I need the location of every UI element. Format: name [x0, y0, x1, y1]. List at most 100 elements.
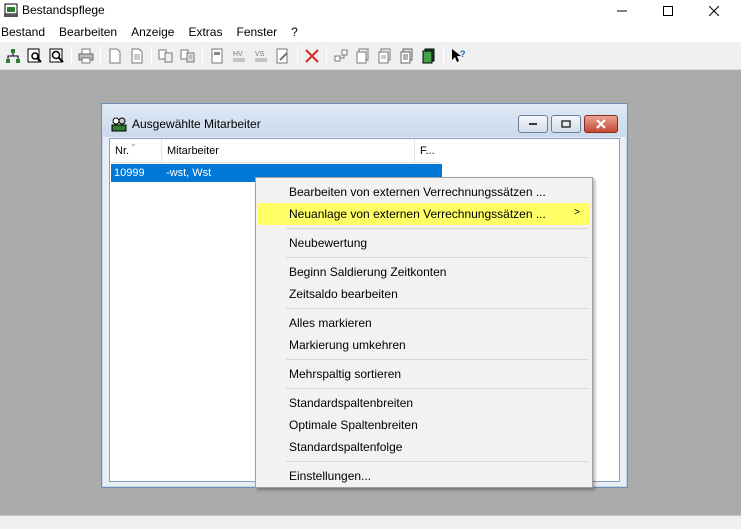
menu-fenster[interactable]: Fenster	[235, 25, 283, 39]
menu-help[interactable]: ?	[290, 25, 304, 39]
help-pointer-icon: ?	[452, 48, 466, 62]
menu-item-neubewertung[interactable]: Neubewertung	[258, 232, 590, 254]
column-header-nr[interactable]: ⌄ Nr.	[110, 139, 162, 163]
minimize-icon	[529, 123, 537, 125]
menu-item-markierung-umkehren[interactable]: Markierung umkehren	[258, 334, 590, 356]
toolbar: HV VS ?	[0, 42, 741, 70]
vs-icon: VS	[255, 51, 267, 61]
tb-copy-button[interactable]	[155, 45, 177, 67]
menu-bearbeiten[interactable]: Bearbeiten	[58, 25, 123, 39]
column-header-mitarbeiter[interactable]: Mitarbeiter	[162, 139, 415, 163]
maximize-icon	[663, 6, 673, 16]
tb-copy2-button[interactable]	[177, 45, 199, 67]
child-window-title: Ausgewählte Mitarbeiter	[132, 117, 261, 131]
title-bar: Bestandspflege	[0, 0, 741, 22]
edit-document-icon	[276, 48, 288, 63]
close-button[interactable]	[691, 0, 737, 22]
cell-nr: 10999	[114, 167, 145, 179]
toolbar-separator	[71, 45, 72, 66]
tree-icon	[6, 48, 20, 63]
app-icon	[4, 3, 18, 17]
copy-multi-icon	[180, 49, 195, 62]
menu-item-standardspaltenbreiten[interactable]: Standardspaltenbreiten	[258, 392, 590, 414]
child-close-button[interactable]	[584, 115, 618, 133]
tb-search-button[interactable]	[24, 45, 46, 67]
svg-text:HV: HV	[233, 51, 243, 58]
window-title: Bestandspflege	[22, 3, 105, 17]
tb-doc-a-button[interactable]	[352, 45, 374, 67]
menu-item-optimale-spaltenbreiten[interactable]: Optimale Spaltenbreiten	[258, 414, 590, 436]
tb-doc-c-button[interactable]	[396, 45, 418, 67]
maximize-button[interactable]	[645, 0, 691, 22]
tb-print-button[interactable]	[75, 45, 97, 67]
tb-open-button[interactable]	[126, 45, 148, 67]
menu-extras[interactable]: Extras	[187, 25, 228, 39]
toolbar-separator	[326, 45, 327, 66]
green-document-icon	[422, 48, 435, 63]
document-stack-icon	[356, 48, 369, 63]
restore-icon	[561, 120, 571, 128]
status-strip	[0, 515, 741, 529]
tb-record-button[interactable]	[206, 45, 228, 67]
menu-separator	[286, 388, 588, 389]
tb-edit-button[interactable]	[272, 45, 294, 67]
context-menu: Bearbeiten von externen Verrechnungssätz…	[255, 177, 593, 488]
menu-bar: Bestand Bearbeiten Anzeige Extras Fenste…	[0, 22, 741, 42]
tb-vs-button[interactable]: VS	[250, 45, 272, 67]
tb-help-button[interactable]: ?	[447, 45, 469, 67]
close-icon	[709, 6, 719, 16]
tb-new-button[interactable]	[104, 45, 126, 67]
tb-doc-b-button[interactable]	[374, 45, 396, 67]
child-minimize-button[interactable]	[518, 115, 548, 133]
document-copy-icon	[378, 48, 391, 63]
menu-item-einstellungen[interactable]: Einstellungen...	[258, 465, 590, 487]
menu-separator	[286, 359, 588, 360]
toolbar-separator	[151, 45, 152, 66]
tb-hv-button[interactable]: HV	[228, 45, 250, 67]
record-icon	[211, 48, 223, 63]
minimize-icon	[617, 10, 627, 12]
tb-structure-button[interactable]	[330, 45, 352, 67]
menu-item-bearbeiten-verrechnungssaetze[interactable]: Bearbeiten von externen Verrechnungssätz…	[258, 181, 590, 203]
menu-item-mehrspaltig-sortieren[interactable]: Mehrspaltig sortieren	[258, 363, 590, 385]
toolbar-separator	[100, 45, 101, 66]
column-header-f[interactable]: F...	[415, 139, 442, 163]
tb-green-doc-button[interactable]	[418, 45, 440, 67]
toolbar-separator	[443, 45, 444, 66]
child-maximize-button[interactable]	[551, 115, 581, 133]
search-document-icon	[27, 48, 42, 63]
menu-item-alles-markieren[interactable]: Alles markieren	[258, 312, 590, 334]
toolbar-separator	[202, 45, 203, 66]
menu-anzeige[interactable]: Anzeige	[130, 25, 180, 39]
menu-separator	[286, 228, 588, 229]
close-icon	[596, 119, 606, 129]
cell-mitarbeiter: -wst, Wst	[166, 167, 212, 179]
toolbar-separator	[297, 45, 298, 66]
sort-ascending-icon: ⌄	[130, 139, 137, 148]
menu-item-beginn-saldierung[interactable]: Beginn Saldierung Zeitkonten	[258, 261, 590, 283]
tb-delete-button[interactable]	[301, 45, 323, 67]
copy-icon	[158, 49, 173, 62]
document-lines-icon	[131, 48, 143, 63]
menu-item-zeitsaldo-bearbeiten[interactable]: Zeitsaldo bearbeiten	[258, 283, 590, 305]
svg-text:?: ?	[460, 49, 466, 59]
tb-find-button[interactable]	[46, 45, 68, 67]
document-list-icon	[400, 48, 413, 63]
menu-bestand[interactable]: Bestand	[0, 25, 51, 39]
menu-item-standardspaltenfolge[interactable]: Standardspaltenfolge	[258, 436, 590, 458]
zoom-icon	[49, 48, 64, 63]
menu-separator	[286, 257, 588, 258]
hv-icon: HV	[233, 51, 245, 61]
child-title-bar[interactable]: Ausgewählte Mitarbeiter	[102, 104, 627, 137]
menu-separator	[286, 461, 588, 462]
new-document-icon	[109, 48, 121, 63]
minimize-button[interactable]	[599, 0, 645, 22]
list-header: ⌄ Nr. Mitarbeiter F...	[110, 139, 442, 163]
submenu-arrow-icon: >	[574, 207, 580, 218]
structure-icon	[334, 49, 348, 61]
printer-icon	[78, 48, 94, 63]
menu-item-neuanlage-verrechnungssaetze[interactable]: Neuanlage von externen Verrechnungssätze…	[258, 203, 590, 225]
tb-tree-button[interactable]	[2, 45, 24, 67]
svg-text:VS: VS	[255, 51, 265, 58]
delete-x-icon	[305, 48, 319, 63]
